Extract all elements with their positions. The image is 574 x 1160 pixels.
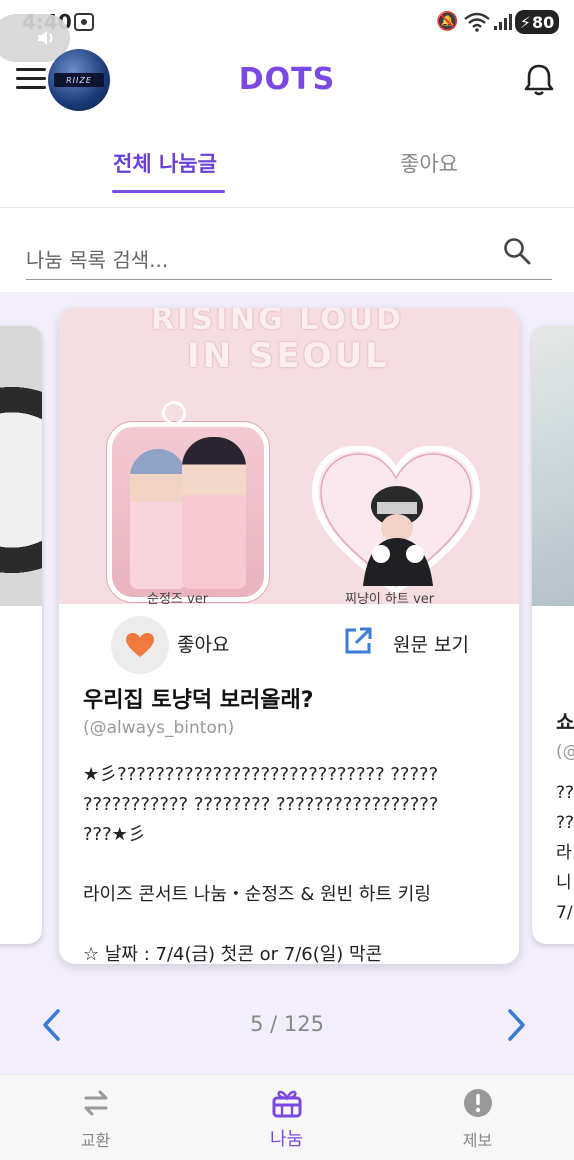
- status-bar: 4:40 🔕 ⚡80: [0, 0, 574, 44]
- next-card-author: (@: [556, 742, 574, 762]
- keyring-photo-right: [311, 446, 481, 596]
- charging-icon: ⚡: [519, 12, 531, 32]
- next-card-image: [532, 326, 574, 606]
- mute-icon: 🔕: [436, 11, 459, 32]
- card-image[interactable]: RISING LOUD IN SEOUL 순정즈 ver 찌냥이 하트 ver: [59, 308, 519, 604]
- share-carousel[interactable]: 쇼 (@ ?? ?? 라 니 7/ 수 RISING LOUD IN SEOUL: [0, 292, 574, 1074]
- signal-icon: [494, 14, 512, 30]
- tab-all-shares[interactable]: 전체 나눔글: [113, 148, 217, 178]
- app-header: RIIZE DOTS: [0, 44, 574, 124]
- share-card[interactable]: RISING LOUD IN SEOUL 순정즈 ver 찌냥이 하트 ver: [59, 308, 519, 964]
- swap-arrows-icon: [84, 1090, 108, 1116]
- card-actions: 좋아요 원문 보기: [59, 606, 519, 682]
- nav-share[interactable]: 나눔: [191, 1075, 382, 1160]
- post-title: 우리집 토냥덕 보러올래?: [83, 688, 314, 713]
- battery-level: 80: [531, 12, 555, 32]
- tab-bar: 전체 나눔글 좋아요: [0, 130, 574, 208]
- view-original-link[interactable]: 원문 보기: [393, 630, 469, 657]
- keyring-labels: 순정즈 ver 찌냥이 하트 ver: [59, 592, 519, 604]
- pager: 5 / 125: [0, 996, 574, 1056]
- next-card-title: 쇼: [556, 710, 574, 734]
- like-label[interactable]: 좋아요: [177, 630, 229, 657]
- search-input[interactable]: 나눔 목록 검색...: [26, 244, 168, 273]
- bottom-nav: 교환 나눔 제보: [0, 1074, 574, 1160]
- nav-report[interactable]: 제보: [382, 1075, 573, 1160]
- screen-record-icon: [74, 13, 94, 31]
- nav-exchange-label: 교환: [80, 1131, 111, 1150]
- post-body: ★彡???????????????????????????? ????? ???…: [83, 764, 439, 964]
- keyring-photo-left: [107, 401, 269, 602]
- wifi-icon: [464, 12, 490, 32]
- heart-icon: [126, 633, 154, 657]
- nav-exchange[interactable]: 교환: [0, 1075, 191, 1160]
- alert-circle-icon: [464, 1089, 492, 1117]
- battery-indicator: ⚡ 80: [515, 10, 559, 34]
- nav-report-label: 제보: [462, 1131, 493, 1150]
- keyring-label-left: 순정즈 ver: [147, 592, 209, 604]
- keyring-label-right: 찌냥이 하트 ver: [345, 592, 435, 604]
- app-title: DOTS: [238, 62, 336, 97]
- tab-indicator: [112, 190, 225, 193]
- prev-card-peek[interactable]: [0, 326, 42, 944]
- prev-card-image: [0, 326, 42, 606]
- bell-icon[interactable]: [522, 62, 556, 98]
- next-card-body: ?? ?? 라 니 7/ 수: [556, 783, 574, 923]
- next-card-peek[interactable]: 쇼 (@ ?? ?? 라 니 7/ 수: [532, 326, 574, 944]
- nav-share-label: 나눔: [269, 1129, 304, 1150]
- page-counter: 5 / 125: [250, 1012, 324, 1036]
- like-button[interactable]: [111, 616, 169, 674]
- image-text-line1: RISING LOUD: [151, 308, 405, 337]
- tab-likes[interactable]: 좋아요: [400, 148, 458, 178]
- chevron-right-icon[interactable]: [502, 1008, 530, 1042]
- post-author: (@always_binton): [83, 718, 235, 738]
- open-external-icon[interactable]: [343, 626, 373, 656]
- gift-box-icon: [272, 1090, 302, 1118]
- image-text-line2: IN SEOUL: [187, 336, 390, 376]
- search-icon[interactable]: [502, 236, 532, 266]
- search-field[interactable]: 나눔 목록 검색...: [26, 230, 552, 280]
